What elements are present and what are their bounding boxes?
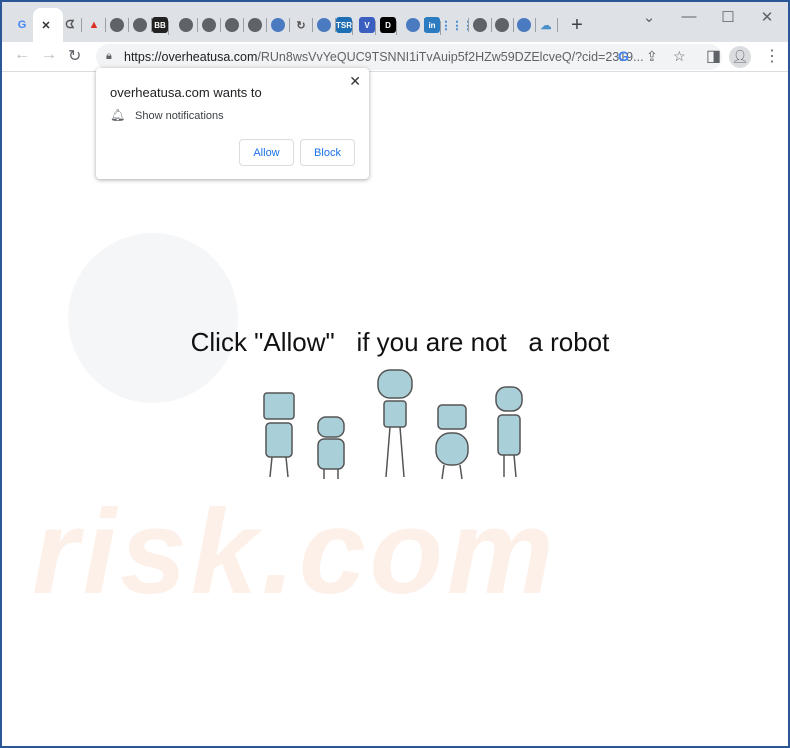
profile-icon[interactable]: 👤︎ [729,46,751,68]
refresh-icon[interactable]: ↻ [290,14,313,36]
minimize-button[interactable]: — [674,8,704,25]
pacman-icon[interactable]: ᗧ [59,14,82,36]
globe-icon[interactable] [129,14,152,36]
block-button[interactable]: Block [300,139,355,166]
grid-icon[interactable]: ⋮⋮⋮ [441,14,474,36]
linkedin-icon[interactable]: in [424,17,441,35]
google-icon[interactable]: G [11,14,33,36]
maximize-button[interactable]: ☐ [713,8,743,26]
chat-icon[interactable] [313,14,336,36]
app-icon[interactable] [513,14,536,36]
watermark-magnifier [68,233,238,403]
close-icon[interactable]: ✕ [35,14,57,36]
allow-button[interactable]: Allow [239,139,294,166]
url-path: /RUn8wsVvYeQUC9TSNNI1iTvAuip5f2HZw59DZEl… [257,50,644,64]
cloud-icon[interactable]: ☁ [535,14,558,36]
popup-title: overheatusa.com wants to [110,85,262,100]
url-host: https://overheatusa.com [124,50,258,64]
reload-icon[interactable]: ↻ [68,46,81,66]
bell-icon: 🔔︎ [110,108,126,122]
tsr-icon[interactable]: TSR [336,17,353,35]
side-panel-icon[interactable]: ◨ [706,46,721,66]
tab-search-icon[interactable]: ⌄ [634,8,664,26]
close-icon[interactable]: ✕ [349,73,361,90]
globe-icon[interactable] [106,14,129,36]
robots-image [263,369,523,480]
d-icon[interactable]: D [380,17,397,35]
globe-icon[interactable] [175,14,198,36]
bookmark-star-icon[interactable]: ☆ [673,48,686,65]
google-lens-icon[interactable]: G [618,48,629,64]
globe-icon[interactable] [198,14,221,36]
yoku-icon[interactable] [267,14,290,36]
browser-window: G ✕ ᗧ ▲ BB ↻ TSR V Din ⋮⋮⋮ ☁ + ⌄ — ☐ ✕ ← → ↻ 🔒︎ ht… [2,2,788,746]
warning-icon[interactable]: ▲ [83,14,106,36]
watermark: risk.com [32,485,558,619]
globe-icon[interactable] [244,14,267,36]
v-icon[interactable]: V [359,17,376,35]
back-icon[interactable]: ← [14,46,30,64]
new-tab-button[interactable]: + [566,14,588,36]
globe-icon[interactable] [469,14,492,36]
bb-icon[interactable]: BB [152,17,169,35]
book-icon[interactable] [402,14,425,36]
headline: Click "Allow" if you are not a robot [190,327,610,357]
permission-text: Show notifications [135,110,224,122]
tab-strip: G ✕ ᗧ ▲ BB ↻ TSR V Din ⋮⋮⋮ ☁ + ⌄ — ☐ ✕ [2,2,788,42]
lock-icon[interactable]: 🔒︎ [106,50,112,63]
globe-icon[interactable] [491,14,514,36]
address-bar[interactable]: 🔒︎ https://overheatusa.com/RUn8wsVvYeQUC… [96,44,722,70]
close-window-button[interactable]: ✕ [752,8,782,26]
notification-permission-popup: overheatusa.com wants to ✕ 🔔︎ Show notif… [96,68,369,179]
forward-icon[interactable]: → [41,46,57,64]
menu-icon[interactable]: ⋮ [764,46,780,66]
share-icon[interactable]: ⇪ [646,48,658,65]
globe-icon[interactable] [221,14,244,36]
